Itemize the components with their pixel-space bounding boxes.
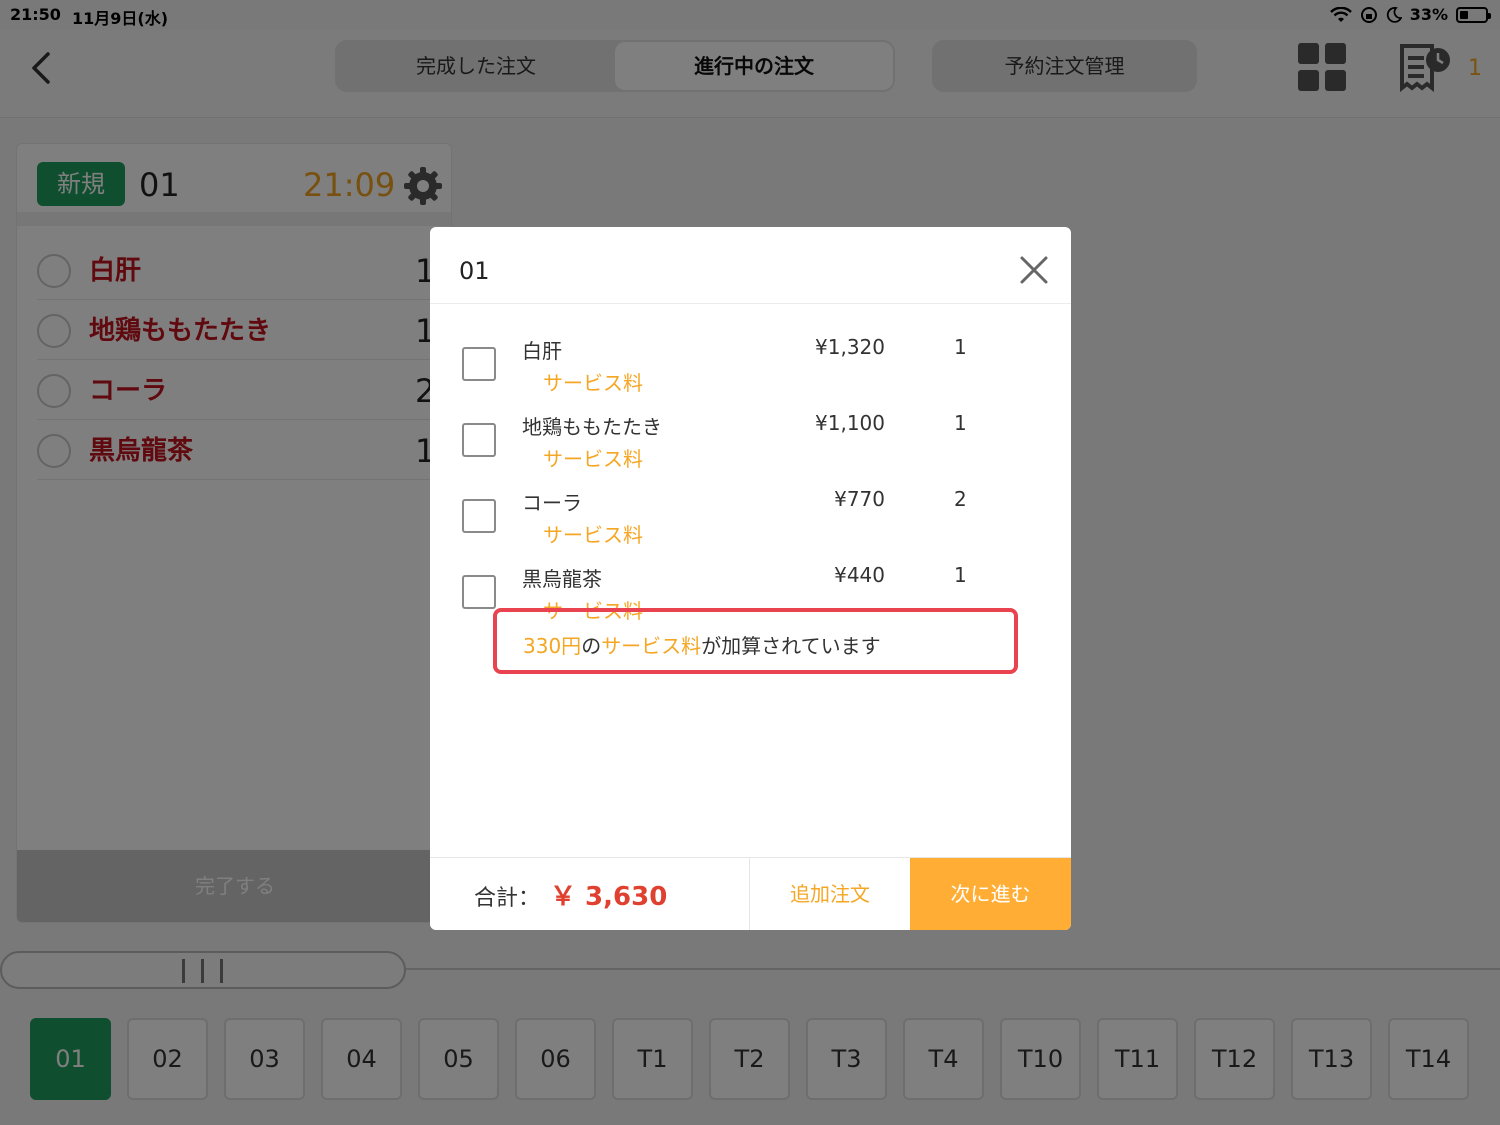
item-name: コーラ <box>522 491 582 515</box>
item-price: ¥1,320 <box>815 335 885 359</box>
modal-item-row: コーラ サービス料 ¥770 2 <box>430 467 1071 547</box>
item-name: 黒烏龍茶 <box>522 567 602 591</box>
notice-particle: の <box>581 634 602 658</box>
order-detail-modal: 01 白肝 サービス料 ¥1,320 1 地鶏ももたたき サービス料 ¥1,10… <box>430 227 1071 930</box>
total-value: ￥ 3,630 <box>550 882 668 912</box>
item-checkbox[interactable] <box>462 347 496 381</box>
notice-tail: が加算されています <box>701 634 881 658</box>
modal-item-row: 地鶏ももたたき サービス料 ¥1,100 1 <box>430 391 1071 471</box>
item-name: 地鶏ももたたき <box>522 415 662 439</box>
item-qty: 1 <box>954 563 967 587</box>
item-checkbox[interactable] <box>462 499 496 533</box>
modal-title: 01 <box>459 257 490 285</box>
total-label: 合計： <box>474 886 541 911</box>
item-name: 白肝 <box>522 339 562 363</box>
item-qty: 1 <box>954 335 967 359</box>
next-button[interactable]: 次に進む <box>910 858 1071 930</box>
item-qty: 2 <box>954 487 967 511</box>
item-checkbox[interactable] <box>462 575 496 609</box>
item-checkbox[interactable] <box>462 423 496 457</box>
close-icon[interactable] <box>1018 254 1050 286</box>
service-charge-notice: 330円のサービス料が加算されています <box>493 608 1018 674</box>
item-price: ¥440 <box>834 563 885 587</box>
notice-amount: 330円 <box>523 634 582 658</box>
item-price: ¥770 <box>834 487 885 511</box>
modal-footer: 合計： ￥ 3,630 追加注文 次に進む <box>430 857 1071 930</box>
service-charge-notice-text: 330円のサービス料が加算されています <box>523 630 881 659</box>
add-order-button[interactable]: 追加注文 <box>749 858 910 930</box>
item-price: ¥1,100 <box>815 411 885 435</box>
item-qty: 1 <box>954 411 967 435</box>
notice-service: サービス料 <box>601 634 702 658</box>
modal-item-row: 白肝 サービス料 ¥1,320 1 <box>430 315 1071 395</box>
modal-header: 01 <box>430 227 1071 304</box>
